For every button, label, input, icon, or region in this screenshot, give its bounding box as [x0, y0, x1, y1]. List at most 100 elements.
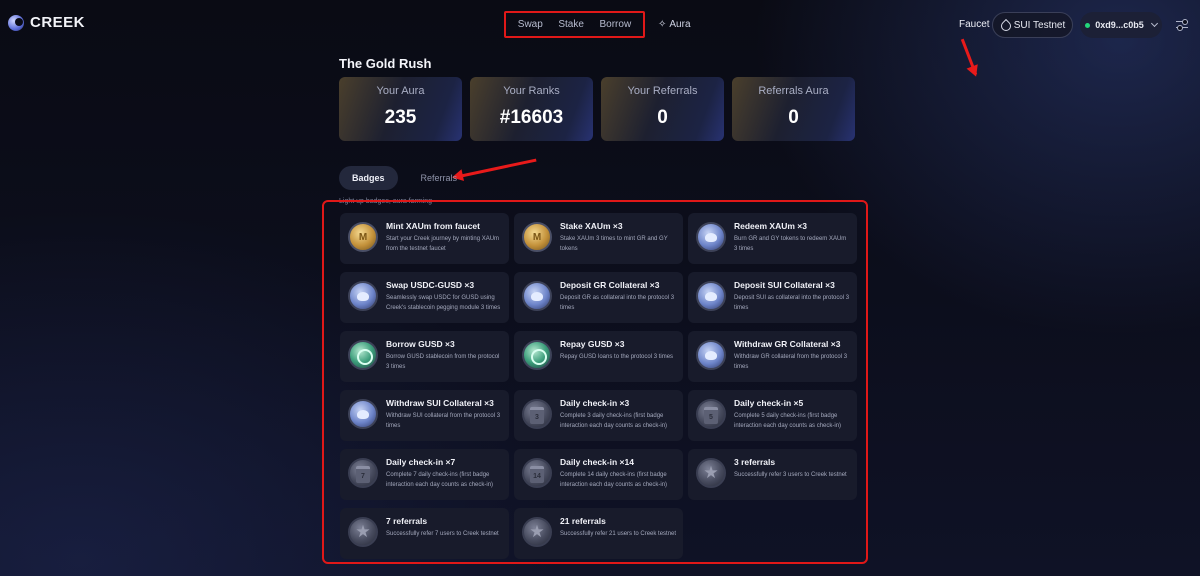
badge-card[interactable]: Swap USDC-GUSD ×3 Seamlessly swap USDC fo… — [340, 272, 509, 323]
withdraw-icon — [348, 399, 378, 429]
gold-coin-icon — [348, 222, 378, 252]
badge-text: Repay GUSD ×3 Repay GUSD loans to the pro… — [560, 339, 673, 382]
badge-title: 3 referrals — [734, 457, 776, 467]
nav-borrow[interactable]: Borrow — [600, 19, 632, 30]
stat-card-aura: Your Aura 235 — [339, 77, 462, 141]
badge-text: Swap USDC-GUSD ×3 Seamlessly swap USDC fo… — [386, 280, 503, 323]
logo-text: CREEK — [30, 14, 86, 31]
badge-card[interactable]: 7 referrals Successfully refer 7 users to… — [340, 508, 509, 559]
nav-aura[interactable]: ✧ Aura — [658, 19, 691, 30]
badge-title: Swap USDC-GUSD ×3 — [386, 280, 475, 290]
stat-label: Your Referrals — [627, 85, 698, 97]
badge-text: Daily check-in ×3 Complete 3 daily check-… — [560, 398, 677, 441]
badge-card[interactable]: Daily check-in ×5 Complete 5 daily check-… — [688, 390, 857, 441]
stat-value: #16603 — [499, 107, 564, 128]
faucet-link[interactable]: Faucet — [959, 19, 990, 30]
badge-card[interactable]: Mint XAUm from faucet Start your Creek jo… — [340, 213, 509, 264]
badge-card[interactable]: Daily check-in ×7 Complete 7 daily check-… — [340, 449, 509, 500]
badge-card[interactable]: 21 referrals Successfully refer 21 users … — [514, 508, 683, 559]
badge-description: Burn GR and GY tokens to redeem XAUm 3 t… — [734, 236, 847, 252]
sui-drop-icon — [1000, 19, 1010, 31]
tab-bar: Badges Referrals — [339, 166, 470, 190]
network-label: SUI Testnet — [1013, 19, 1066, 31]
settings-sliders-icon[interactable] — [1176, 18, 1188, 33]
badge-title: 21 referrals — [560, 516, 606, 526]
badge-text: 21 referrals Successfully refer 21 users … — [560, 516, 676, 559]
badge-description: Complete 5 daily check-ins (first badge … — [734, 413, 842, 429]
creek-logo-icon — [8, 14, 24, 31]
wallet-button[interactable]: 0xd9...c0b5 — [1080, 12, 1162, 38]
tab-referrals[interactable]: Referrals — [408, 166, 471, 190]
badge-description: Deposit GR as collateral into the protoc… — [560, 295, 675, 311]
badge-text: Daily check-in ×7 Complete 7 daily check-… — [386, 457, 503, 500]
logo[interactable]: CREEK — [8, 14, 85, 31]
badge-card[interactable]: Repay GUSD ×3 Repay GUSD loans to the pro… — [514, 331, 683, 382]
calendar-icon — [522, 458, 552, 488]
gold-coin-icon — [522, 222, 552, 252]
badge-title: Daily check-in ×5 — [734, 398, 804, 408]
page-title: The Gold Rush — [339, 56, 432, 71]
stat-card-referrals-aura: Referrals Aura 0 — [732, 77, 855, 141]
nav-swap[interactable]: Swap — [518, 19, 543, 30]
badge-description: Start your Creek journey by minting XAUm… — [386, 236, 500, 252]
badge-card[interactable]: Stake XAUm ×3 Stake XAUm 3 times to mint … — [514, 213, 683, 264]
star-icon — [348, 517, 378, 547]
stat-value: 0 — [657, 107, 668, 128]
stat-label: Referrals Aura — [758, 85, 829, 97]
badge-card[interactable]: Redeem XAUm ×3 Burn GR and GY tokens to r… — [688, 213, 857, 264]
badge-text: Deposit SUI Collateral ×3 Deposit SUI as … — [734, 280, 851, 323]
badge-title: Withdraw GR Collateral ×3 — [734, 339, 841, 349]
badge-description: Withdraw GR collateral from the protocol… — [734, 354, 848, 370]
badge-description: Successfully refer 21 users to Creek tes… — [560, 531, 677, 537]
coins-stack-icon — [522, 340, 552, 370]
nav-aura-label: Aura — [669, 19, 691, 30]
badge-text: Withdraw GR Collateral ×3 Withdraw GR col… — [734, 339, 851, 382]
main-nav: Swap Stake Borrow — [504, 11, 645, 38]
badge-text: Stake XAUm ×3 Stake XAUm 3 times to mint … — [560, 221, 677, 264]
badge-title: Daily check-in ×7 — [386, 457, 456, 467]
badge-card[interactable]: Withdraw SUI Collateral ×3 Withdraw SUI c… — [340, 390, 509, 441]
chevron-down-icon — [1150, 19, 1158, 28]
badge-text: Daily check-in ×14 Complete 14 daily chec… — [560, 457, 677, 500]
nav-stake[interactable]: Stake — [558, 19, 584, 30]
badge-text: Redeem XAUm ×3 Burn GR and GY tokens to r… — [734, 221, 851, 264]
badge-card[interactable]: Deposit GR Collateral ×3 Deposit GR as co… — [514, 272, 683, 323]
tab-badges[interactable]: Badges — [339, 166, 398, 190]
stat-card-ranks: Your Ranks #16603 — [470, 77, 593, 141]
badge-title: Stake XAUm ×3 — [560, 221, 623, 231]
badge-card[interactable]: Daily check-in ×3 Complete 3 daily check-… — [514, 390, 683, 441]
network-button[interactable]: SUI Testnet — [992, 12, 1073, 38]
badge-text: Borrow GUSD ×3 Borrow GUSD stablecoin fro… — [386, 339, 503, 382]
badge-description: Deposit SUI as collateral into the proto… — [734, 295, 850, 311]
badge-card[interactable]: Daily check-in ×14 Complete 14 daily chec… — [514, 449, 683, 500]
piggy-bank-icon — [696, 281, 726, 311]
badge-description: Successfully refer 3 users to Creek test… — [734, 472, 847, 478]
wallet-address: 0xd9...c0b5 — [1095, 20, 1144, 30]
stat-label: Your Aura — [376, 85, 425, 97]
badge-card[interactable]: Borrow GUSD ×3 Borrow GUSD stablecoin fro… — [340, 331, 509, 382]
sparkle-icon: ✧ — [658, 19, 667, 30]
top-header: CREEK Swap Stake Borrow ✧ Aura Faucet SU… — [0, 0, 1200, 50]
connected-dot-icon — [1085, 22, 1091, 28]
stats-row: Your Aura 235 Your Ranks #16603 Your Ref… — [339, 77, 855, 141]
badge-description: Complete 14 daily check-ins (first badge… — [560, 472, 668, 488]
badge-title: Mint XAUm from faucet — [386, 221, 480, 231]
badge-text: Withdraw SUI Collateral ×3 Withdraw SUI c… — [386, 398, 503, 441]
badge-description: Stake XAUm 3 times to mint GR and GY tok… — [560, 236, 668, 252]
badge-description: Complete 3 daily check-ins (first badge … — [560, 413, 668, 429]
badge-title: Daily check-in ×14 — [560, 457, 634, 467]
piggy-bank-icon — [522, 281, 552, 311]
badge-text: Daily check-in ×5 Complete 5 daily check-… — [734, 398, 851, 441]
badge-card[interactable]: Deposit SUI Collateral ×3 Deposit SUI as … — [688, 272, 857, 323]
badge-card[interactable]: 3 referrals Successfully refer 3 users to… — [688, 449, 857, 500]
badge-description: Borrow GUSD stablecoin from the protocol… — [386, 354, 500, 370]
badge-description: Withdraw SUI collateral from the protoco… — [386, 413, 501, 429]
badge-description: Successfully refer 7 users to Creek test… — [386, 531, 499, 537]
badge-description: Repay GUSD loans to the protocol 3 times — [560, 354, 674, 360]
swap-coins-icon — [348, 281, 378, 311]
badge-title: Daily check-in ×3 — [560, 398, 630, 408]
calendar-icon — [696, 399, 726, 429]
stat-label: Your Ranks — [503, 85, 560, 97]
badge-card[interactable]: Withdraw GR Collateral ×3 Withdraw GR col… — [688, 331, 857, 382]
badge-title: Withdraw SUI Collateral ×3 — [386, 398, 494, 408]
